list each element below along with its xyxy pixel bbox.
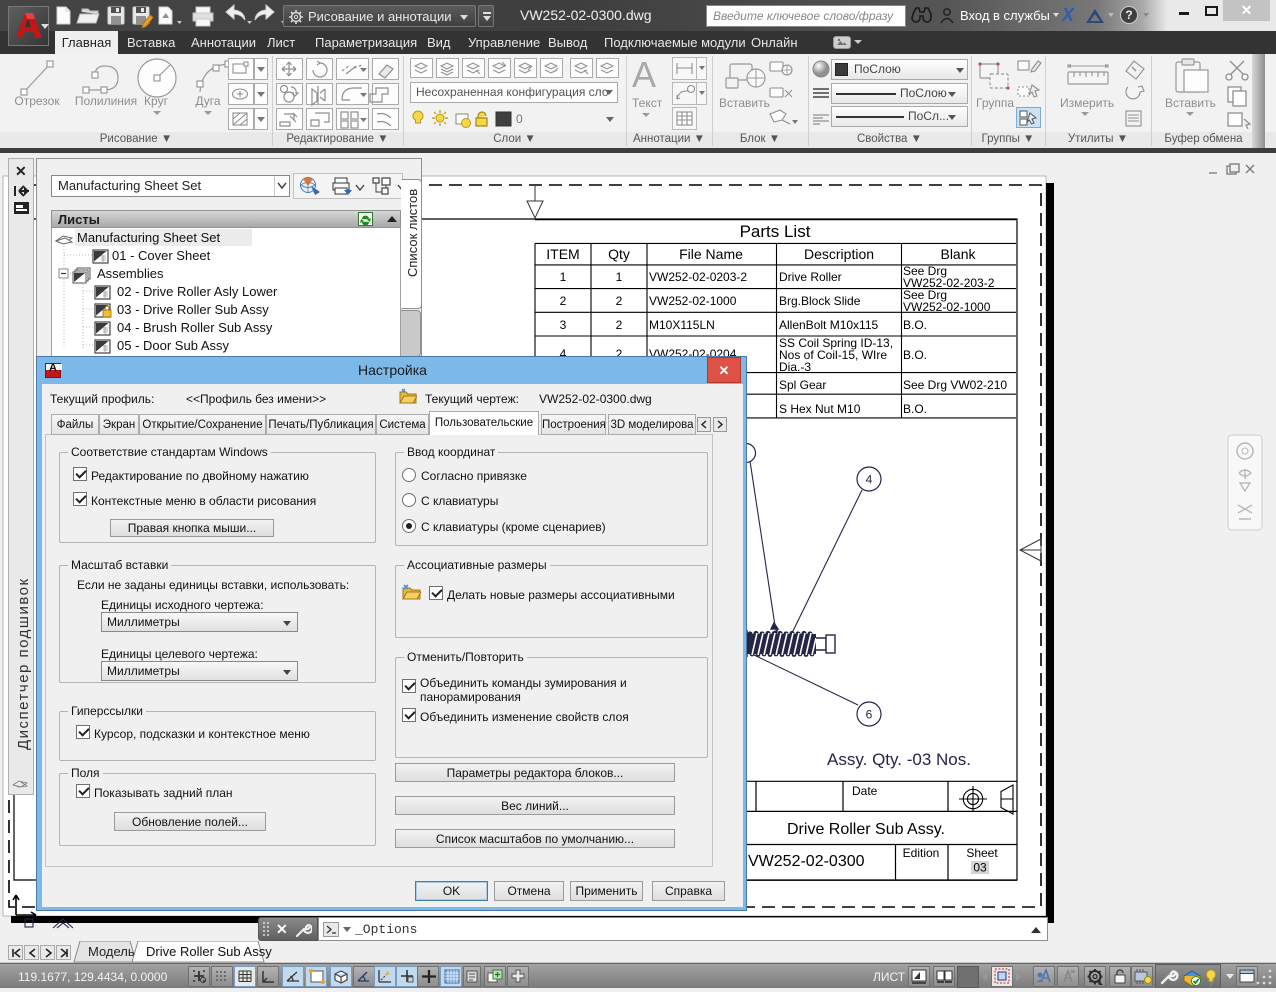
svg-text:Drive Roller Sub Assy: Drive Roller Sub Assy [146,944,272,959]
svg-text:1: 1 [560,270,567,284]
svg-text:See Drg VW02-210: See Drg VW02-210 [903,378,1007,392]
svg-text:S Hex Nut M10: S Hex Nut M10 [779,402,861,416]
svg-text:VW252-02-0203-2: VW252-02-0203-2 [649,270,747,284]
svg-text:Date: Date [852,784,878,798]
svg-text:M10X115LN: M10X115LN [649,318,715,332]
svg-text:Edition: Edition [903,846,940,860]
svg-text:AllenBolt M10x115: AllenBolt M10x115 [779,318,878,332]
svg-text:6: 6 [866,708,873,722]
svg-text:VW252-02-0300: VW252-02-0300 [748,853,865,870]
svg-text:Assy. Qty. -03 Nos.: Assy. Qty. -03 Nos. [827,750,971,769]
svg-text:Drive Roller: Drive Roller [779,270,842,284]
svg-text:VW252-02-1000: VW252-02-1000 [903,300,991,314]
svg-text:2: 2 [560,294,567,308]
svg-text:File Name: File Name [679,246,743,262]
svg-text:Модель: Модель [88,944,135,959]
svg-text:3: 3 [560,318,567,332]
svg-text:Spl Gear: Spl Gear [779,378,826,392]
svg-text:B.O.: B.O. [903,402,927,416]
svg-text:Brg.Block Slide: Brg.Block Slide [779,294,861,308]
svg-text:2: 2 [616,294,623,308]
svg-text:Drive Roller Sub Assy.: Drive Roller Sub Assy. [787,821,945,838]
svg-text:1: 1 [616,270,623,284]
svg-text:Blank: Blank [940,246,976,262]
svg-text:Sheet: Sheet [966,846,998,860]
svg-text:B.O.: B.O. [903,348,927,362]
svg-text:2: 2 [616,318,623,332]
svg-text:B.O.: B.O. [903,318,927,332]
svg-text:Dia.-3: Dia.-3 [779,360,811,374]
svg-text:Parts List: Parts List [740,222,811,241]
svg-text:ITEM: ITEM [546,246,579,262]
svg-text:03: 03 [973,861,987,875]
svg-text:VW252-02-1000: VW252-02-1000 [649,294,737,308]
svg-text:4: 4 [866,473,873,487]
svg-text:Qty: Qty [608,246,630,262]
svg-text:Description: Description [804,246,874,262]
